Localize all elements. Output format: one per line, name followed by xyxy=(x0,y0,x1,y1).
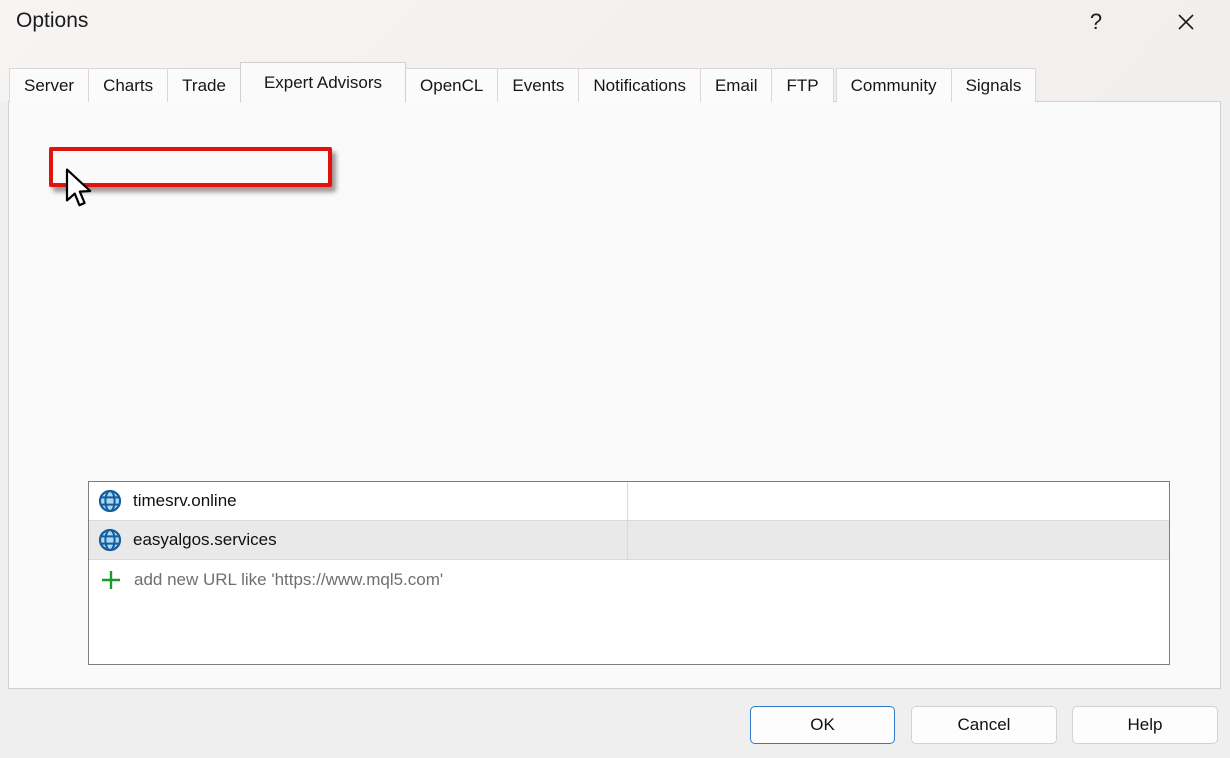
tab-opencl[interactable]: OpenCL xyxy=(405,68,498,102)
window-title: Options xyxy=(16,9,88,33)
tab-community[interactable]: Community xyxy=(836,68,952,102)
url-list-item[interactable]: easyalgos.services xyxy=(89,521,1169,560)
tab-expert-advisors[interactable]: Expert Advisors xyxy=(240,62,406,103)
tab-server[interactable]: Server xyxy=(9,68,89,102)
url-list-item[interactable]: timesrv.online xyxy=(89,482,1169,521)
tab-charts[interactable]: Charts xyxy=(88,68,168,102)
globe-icon xyxy=(98,528,122,552)
tab-strip: Server Charts Trade Expert Advisors Open… xyxy=(10,62,1036,102)
tab-ftp[interactable]: FTP xyxy=(771,68,833,102)
help-button[interactable]: Help xyxy=(1072,706,1218,744)
url-text: timesrv.online xyxy=(133,491,237,511)
plus-icon xyxy=(100,569,122,591)
url-cell-empty xyxy=(628,482,1169,520)
help-glyph: ? xyxy=(1090,9,1102,35)
add-url-placeholder: add new URL like 'https://www.mql5.com' xyxy=(134,570,443,590)
url-cell: easyalgos.services xyxy=(89,521,628,559)
options-dialog: Options ? Server Charts Trade Expert Adv… xyxy=(0,0,1230,758)
tab-notifications[interactable]: Notifications xyxy=(578,68,701,102)
tab-signals[interactable]: Signals xyxy=(951,68,1037,102)
add-url-row[interactable]: add new URL like 'https://www.mql5.com' xyxy=(89,560,1169,599)
cancel-button[interactable]: Cancel xyxy=(911,706,1057,744)
close-icon[interactable] xyxy=(1158,0,1214,44)
globe-icon xyxy=(98,489,122,513)
ok-button[interactable]: OK xyxy=(750,706,895,744)
webrequest-url-list: timesrv.online easyalgos.services a xyxy=(88,481,1170,665)
tab-trade[interactable]: Trade xyxy=(167,68,241,102)
url-cell-empty xyxy=(628,521,1169,559)
url-text: easyalgos.services xyxy=(133,530,277,550)
close-x-glyph xyxy=(1174,10,1198,34)
tab-events[interactable]: Events xyxy=(497,68,579,102)
url-cell: timesrv.online xyxy=(89,482,628,520)
tab-email[interactable]: Email xyxy=(700,68,773,102)
help-icon[interactable]: ? xyxy=(1068,0,1124,44)
